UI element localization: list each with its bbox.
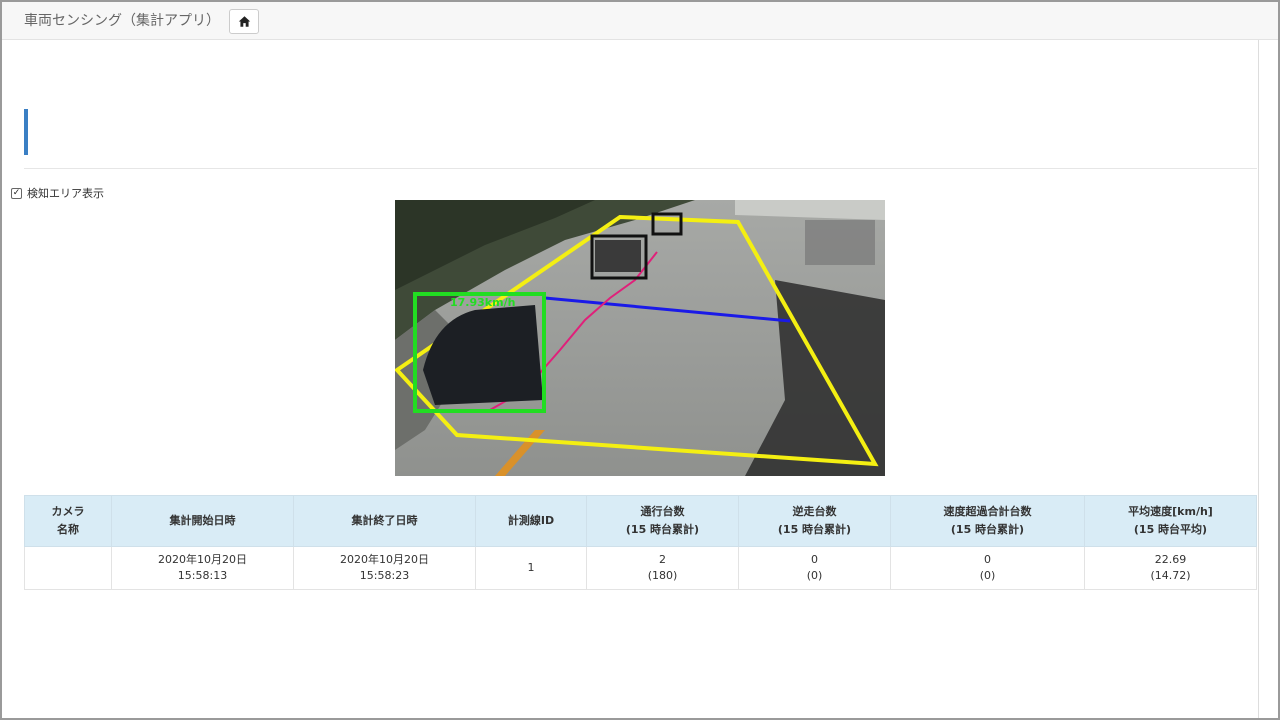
navbar: 車両センシング（集計アプリ） <box>2 2 1278 40</box>
header-overspeed-count: 速度超過合計台数 (15 時台累計) <box>890 495 1085 547</box>
app-window: 車両センシング（集計アプリ） ✓ 検知エリア表示 17.93km/h カメラ 名… <box>0 0 1280 720</box>
header-line-id: 計測線ID <box>475 495 587 547</box>
detection-area-label: 検知エリア表示 <box>27 187 104 200</box>
cell-reverse-count: 0 (0) <box>738 546 891 590</box>
cell-line-id: 1 <box>475 546 587 590</box>
cell-average-speed: 22.69 (14.72) <box>1084 546 1257 590</box>
cell-start-time: 2020年10月20日 15:58:13 <box>111 546 294 590</box>
home-button[interactable] <box>229 9 259 34</box>
header-camera-name: カメラ 名称 <box>24 495 112 547</box>
statistics-table: カメラ 名称 集計開始日時 集計終了日時 計測線ID 通行台数 (15 時台累計) … <box>24 495 1257 593</box>
header-end-time: 集計終了日時 <box>293 495 476 547</box>
header-pass-count: 通行台数 (15 時台累計) <box>586 495 739 547</box>
parked-cars <box>805 220 875 265</box>
vehicle-speed-label: 17.93km/h <box>450 296 515 309</box>
detection-area-checkbox[interactable]: ✓ <box>11 187 22 199</box>
cell-camera-name <box>24 546 112 590</box>
page-scrollbar[interactable] <box>1258 40 1278 718</box>
other-vehicle <box>595 240 641 272</box>
detection-area-toggle[interactable]: ✓ 検知エリア表示 <box>11 185 104 201</box>
app-title[interactable]: 車両センシング（集計アプリ） <box>24 10 220 30</box>
header-reverse-count: 逆走台数 (15 時台累計) <box>738 495 891 547</box>
home-icon <box>238 16 250 27</box>
table-header-row: カメラ 名称 集計開始日時 集計終了日時 計測線ID 通行台数 (15 時台累計) … <box>24 495 1257 547</box>
table-footer <box>24 589 1257 593</box>
camera-view: 17.93km/h <box>395 200 885 476</box>
cell-pass-count: 2 (180) <box>586 546 739 590</box>
cell-end-time: 2020年10月20日 15:58:23 <box>293 546 476 590</box>
section-divider <box>24 168 1257 169</box>
section-heading-marker <box>24 109 28 155</box>
cell-overspeed-count: 0 (0) <box>890 546 1085 590</box>
header-start-time: 集計開始日時 <box>111 495 294 547</box>
header-average-speed: 平均速度[km/h] (15 時台平均) <box>1084 495 1257 547</box>
table-row: 2020年10月20日 15:58:13 2020年10月20日 15:58:23 … <box>24 546 1257 590</box>
